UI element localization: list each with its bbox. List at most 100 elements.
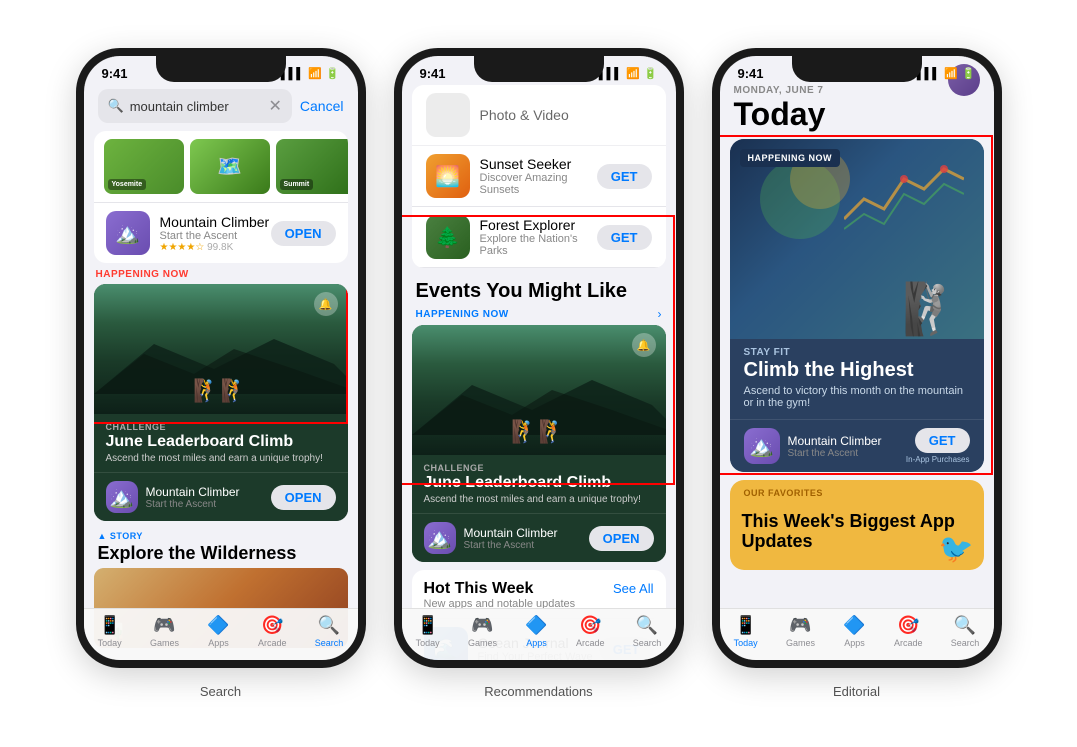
editorial-title-3: Climb the Highest bbox=[744, 358, 970, 382]
today-title-3: Today bbox=[720, 96, 840, 139]
event-app-icon-2: 🏔️ bbox=[424, 522, 456, 554]
tab-search-2[interactable]: 🔍 Search bbox=[633, 615, 662, 648]
search-cancel-btn[interactable]: Cancel bbox=[300, 98, 344, 114]
story-title-1: Explore the Wilderness bbox=[98, 543, 344, 564]
tab-games-3[interactable]: 🎮 Games bbox=[786, 615, 815, 648]
top-apps-card: Photo & Video 🌅 Sunset Seeker Discover A… bbox=[412, 85, 666, 268]
event-app-info-2: Mountain Climber Start the Ascent bbox=[464, 526, 589, 551]
event-open-btn-2[interactable]: OPEN bbox=[589, 526, 654, 551]
rec-fe-icon: 🌲 bbox=[426, 215, 470, 259]
bell-icon-2[interactable]: 🔔 bbox=[632, 333, 656, 357]
battery-icon-1: 🔋 bbox=[326, 67, 340, 80]
phone-editorial-wrapper: 9:41 ▌▌▌ 📶 🔋 Monday, June 7 Today bbox=[712, 48, 1002, 699]
tab-apps-2[interactable]: 🔷 Apps bbox=[525, 615, 547, 648]
rec-cat-row[interactable]: Photo & Video bbox=[412, 85, 666, 146]
editorial-card-top-3: HAPPENING NOW 🧗 bbox=[730, 139, 984, 339]
tab-games-1[interactable]: 🎮 Games bbox=[150, 615, 179, 648]
tab-search-1[interactable]: 🔍 Search bbox=[315, 615, 344, 648]
hot-header-2: Hot This Week New apps and notable updat… bbox=[424, 580, 654, 610]
tab-arcade-2[interactable]: 🎯 Arcade bbox=[576, 615, 605, 648]
editorial-card-3[interactable]: HAPPENING NOW 🧗 bbox=[730, 139, 984, 472]
phone-rec-wrapper: 9:41 ▌▌▌ 📶 🔋 Photo & Video bbox=[394, 48, 684, 699]
rec-ss-btn[interactable]: GET bbox=[597, 164, 652, 189]
search-bar[interactable]: 🔍 mountain climber ✕ bbox=[98, 89, 292, 123]
tab-apps-icon-1: 🔷 bbox=[207, 615, 229, 636]
section-title-2: Events You Might Like bbox=[402, 268, 676, 307]
rec-cat-name: Photo & Video bbox=[480, 107, 652, 123]
tab-arcade-icon-2: 🎯 bbox=[579, 615, 601, 636]
rec-fe-btn[interactable]: GET bbox=[597, 225, 652, 250]
event-card-img-2: 🧗🧗 🔔 bbox=[412, 325, 666, 455]
tab-apps-icon-3: 🔷 bbox=[843, 615, 865, 636]
tab-arcade-3[interactable]: 🎯 Arcade bbox=[894, 615, 923, 648]
rec-ss-name: Sunset Seeker bbox=[480, 156, 597, 172]
rec-ss-row[interactable]: 🌅 Sunset Seeker Discover Amazing Sunsets… bbox=[412, 146, 666, 207]
tab-games-2[interactable]: 🎮 Games bbox=[468, 615, 497, 648]
story-icon-1: ▲ bbox=[98, 531, 107, 541]
rec-fe-info: Forest Explorer Explore the Nation's Par… bbox=[480, 217, 597, 257]
tab-today-label-1: Today bbox=[98, 638, 122, 648]
editorial-action-col: GET In-App Purchases bbox=[906, 428, 970, 464]
tab-today-icon-2: 📱 bbox=[416, 615, 438, 636]
story-tag-1: ▲ STORY bbox=[98, 531, 344, 541]
tab-apps-label-2: Apps bbox=[526, 638, 547, 648]
mc-app-sub: Start the Ascent bbox=[160, 230, 271, 242]
event-card-1[interactable]: 🧗🧗 🔔 CHALLENGE June Leaderboard Climb As… bbox=[94, 284, 348, 521]
editorial-chart-svg bbox=[844, 159, 964, 239]
our-fav-title-3: This Week's Biggest App Updates bbox=[742, 512, 972, 552]
rec-fe-name: Forest Explorer bbox=[480, 217, 597, 233]
hot-title-2: Hot This Week bbox=[424, 580, 576, 598]
tab-apps-1[interactable]: 🔷 Apps bbox=[207, 615, 229, 648]
hikers-2: 🧗🧗 bbox=[511, 419, 566, 445]
wifi-icon-2: 📶 bbox=[626, 67, 640, 80]
phone-notch-3 bbox=[792, 56, 922, 82]
tab-games-label-3: Games bbox=[786, 638, 815, 648]
wifi-icon-1: 📶 bbox=[308, 67, 322, 80]
hot-see-all-2[interactable]: See All bbox=[613, 581, 653, 596]
tab-apps-3[interactable]: 🔷 Apps bbox=[843, 615, 865, 648]
rec-ss-info: Sunset Seeker Discover Amazing Sunsets bbox=[480, 156, 597, 196]
phone-search: 9:41 ▌▌▌ 📶 🔋 🔍 mountain climber ✕ Cancel bbox=[76, 48, 366, 668]
rec-cat-info: Photo & Video bbox=[480, 107, 652, 123]
status-icons-2: ▌▌▌ 📶 🔋 bbox=[599, 67, 658, 80]
tab-arcade-label-2: Arcade bbox=[576, 638, 605, 648]
tab-apps-label-3: Apps bbox=[844, 638, 865, 648]
tab-today-icon-1: 📱 bbox=[98, 615, 120, 636]
tab-arcade-label-1: Arcade bbox=[258, 638, 287, 648]
tab-today-1[interactable]: 📱 Today bbox=[98, 615, 122, 648]
tab-search-icon-2: 🔍 bbox=[636, 615, 658, 636]
our-fav-tag-3: OUR FAVORITES bbox=[744, 488, 823, 498]
event-card-2[interactable]: 🧗🧗 🔔 CHALLENGE June Leaderboard Climb As… bbox=[412, 325, 666, 562]
search-icon-1: 🔍 bbox=[108, 98, 124, 114]
event-desc-1: Ascend the most miles and earn a unique … bbox=[106, 453, 336, 464]
editorial-card-container: HAPPENING NOW 🧗 bbox=[720, 139, 994, 472]
tab-search-3[interactable]: 🔍 Search bbox=[951, 615, 980, 648]
tab-search-label-3: Search bbox=[951, 638, 980, 648]
rec-fe-row[interactable]: 🌲 Forest Explorer Explore the Nation's P… bbox=[412, 207, 666, 268]
search-clear-icon[interactable]: ✕ bbox=[269, 96, 282, 116]
tab-arcade-1[interactable]: 🎯 Arcade bbox=[258, 615, 287, 648]
editorial-body-3: STAY FIT Climb the Highest Ascend to vic… bbox=[730, 339, 984, 419]
mc-app-name: Mountain Climber bbox=[160, 214, 271, 230]
our-fav-card-3[interactable]: OUR FAVORITES This Week's Biggest App Up… bbox=[730, 480, 984, 570]
today-row-3: Today bbox=[720, 96, 994, 139]
editorial-get-btn-3[interactable]: GET bbox=[915, 428, 970, 453]
tab-games-label-2: Games bbox=[468, 638, 497, 648]
event-app-row-1: 🏔️ Mountain Climber Start the Ascent OPE… bbox=[94, 472, 348, 521]
tab-today-3[interactable]: 📱 Today bbox=[734, 615, 758, 648]
event-tag-2: CHALLENGE bbox=[424, 463, 654, 473]
event-open-btn-1[interactable]: OPEN bbox=[271, 485, 336, 510]
phone-editorial-label: Editorial bbox=[833, 684, 880, 699]
search-bar-row: 🔍 mountain climber ✕ Cancel bbox=[84, 85, 358, 131]
bell-icon-1[interactable]: 🔔 bbox=[314, 292, 338, 316]
see-more-icon-2[interactable]: › bbox=[658, 307, 662, 321]
happening-row-2: HAPPENING NOW › bbox=[402, 307, 676, 325]
phone-editorial: 9:41 ▌▌▌ 📶 🔋 Monday, June 7 Today bbox=[712, 48, 1002, 668]
mc-app-stars: ★★★★☆ 99.8K bbox=[160, 242, 271, 253]
time-2: 9:41 bbox=[420, 66, 446, 81]
rec-fe-sub: Explore the Nation's Parks bbox=[480, 233, 597, 257]
event-title-1: June Leaderboard Climb bbox=[106, 432, 336, 451]
tab-today-2[interactable]: 📱 Today bbox=[416, 615, 440, 648]
battery-icon-3: 🔋 bbox=[962, 67, 976, 80]
mc-open-btn[interactable]: OPEN bbox=[271, 221, 336, 246]
